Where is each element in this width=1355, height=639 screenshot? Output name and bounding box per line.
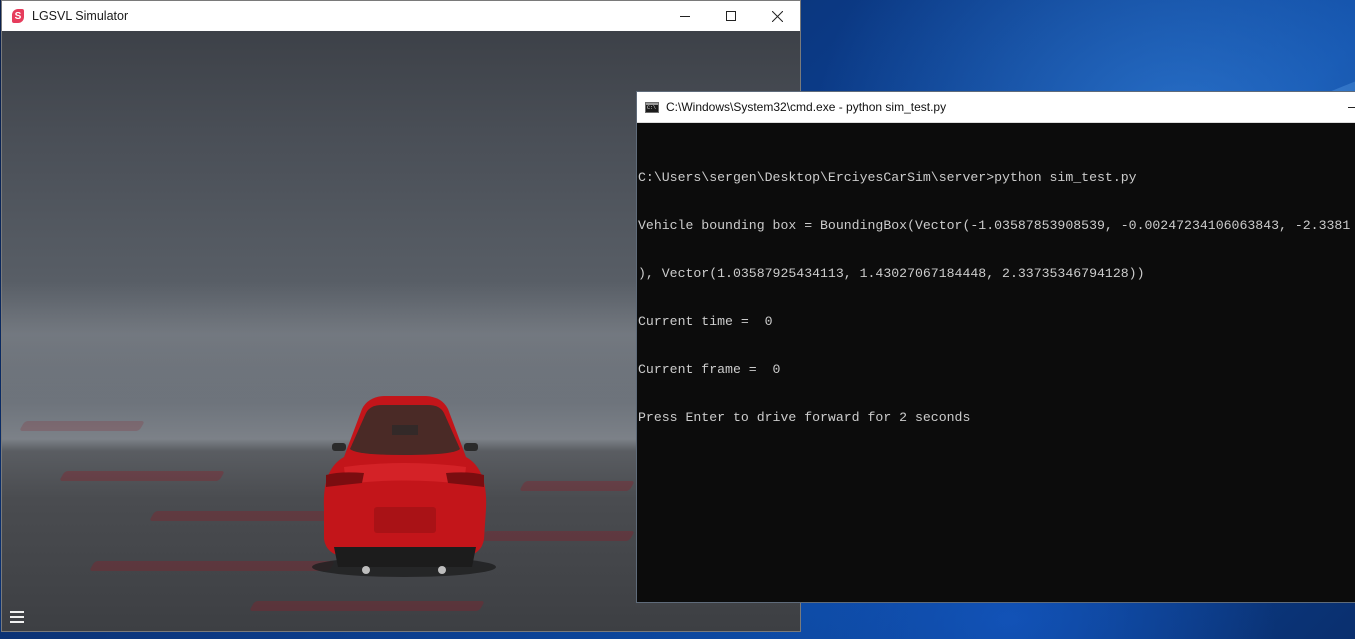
ground-marking <box>519 481 635 491</box>
desktop-background: S LGSVL Simulator C:\ C:\Windows\System3… <box>0 0 1355 639</box>
maximize-button[interactable] <box>708 1 754 31</box>
sim-titlebar[interactable]: S LGSVL Simulator <box>2 1 800 31</box>
console-line: Vehicle bounding box = BoundingBox(Vecto… <box>638 218 1351 233</box>
console-line: Press Enter to drive forward for 2 secon… <box>638 410 971 425</box>
cmd-icon <box>645 101 659 113</box>
ground-marking <box>249 601 485 611</box>
console-line: ), Vector(1.03587925434113, 1.4302706718… <box>638 266 1145 281</box>
cmd-minimize-button[interactable] <box>1343 92 1355 122</box>
ground-marking <box>89 561 335 571</box>
maximize-icon <box>726 11 736 21</box>
ego-vehicle-red-car <box>312 396 496 577</box>
minimize-icon <box>1348 107 1355 108</box>
console-line: Current time = 0 <box>638 314 773 329</box>
cmd-window-title: C:\Windows\System32\cmd.exe - python sim… <box>666 100 947 114</box>
command-prompt-window[interactable]: C:\Windows\System32\cmd.exe - python sim… <box>636 91 1355 603</box>
sim-window-title: LGSVL Simulator <box>32 9 129 23</box>
minimize-icon <box>680 16 690 17</box>
sim-window-controls <box>662 1 800 31</box>
ground-marking <box>59 471 225 481</box>
console-line: Current frame = 0 <box>638 362 781 377</box>
ground-marking <box>19 421 145 431</box>
console-line: C:\Users\sergen\Desktop\ErciyesCarSim\se… <box>638 170 1137 185</box>
close-button[interactable] <box>754 1 800 31</box>
minimize-button[interactable] <box>662 1 708 31</box>
hamburger-menu-icon[interactable] <box>10 611 24 623</box>
close-icon <box>771 10 783 22</box>
lgsvl-logo-icon: S <box>12 9 24 23</box>
console-output[interactable]: C:\Users\sergen\Desktop\ErciyesCarSim\se… <box>637 138 1355 458</box>
cmd-titlebar[interactable]: C:\Windows\System32\cmd.exe - python sim… <box>637 92 1355 123</box>
